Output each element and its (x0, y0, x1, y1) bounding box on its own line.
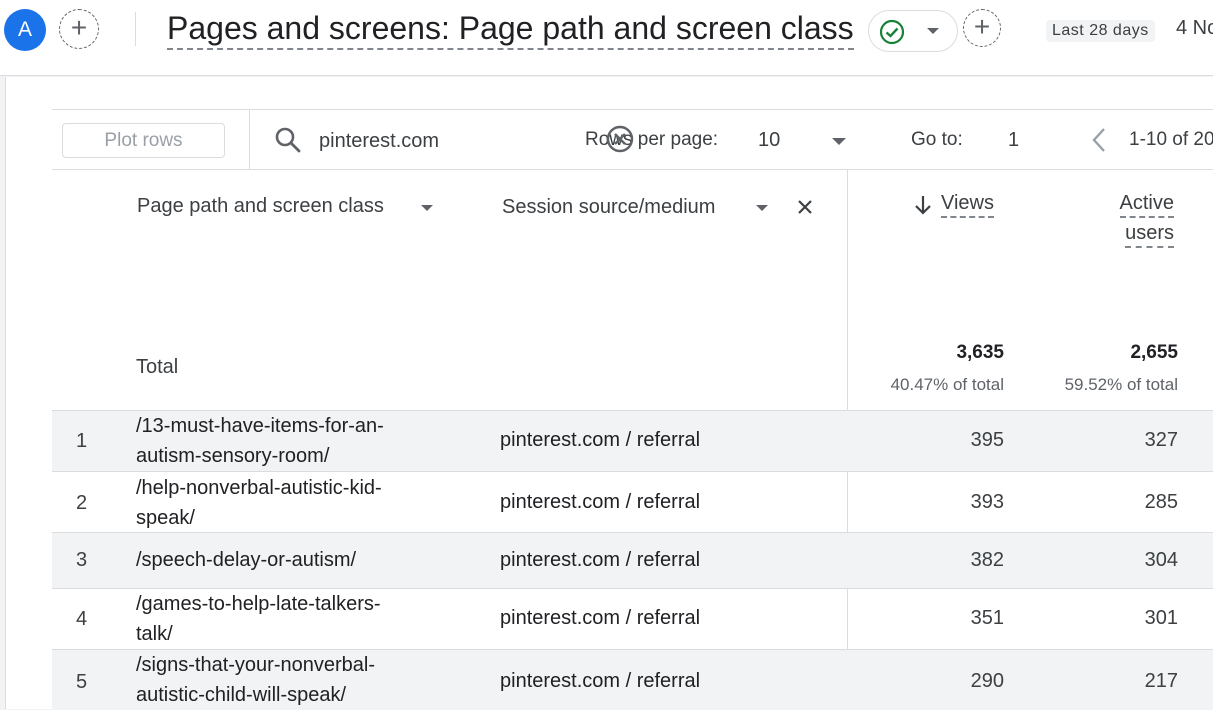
table-row[interactable]: 5 /signs-that-your-nonverbal- autistic-c… (52, 649, 1213, 710)
header-divider (135, 12, 136, 46)
rows-per-page-value: 10 (758, 129, 781, 151)
date-range-label[interactable]: Last 28 days (1046, 20, 1155, 42)
active-users-cell: 304 (1144, 549, 1178, 571)
table-row[interactable]: 2 /help-nonverbal-autistic-kid- speak/ p… (52, 471, 1213, 532)
page-path-line: /speech-delay-or-autism/ (136, 549, 357, 571)
row-index: 1 (76, 430, 88, 452)
plot-rows-button[interactable]: Plot rows (62, 123, 225, 158)
check-circle-icon (879, 19, 905, 45)
chevron-down-icon[interactable] (756, 205, 768, 211)
column-header-page-path[interactable]: Page path and screen class (137, 195, 384, 218)
search-input[interactable] (319, 126, 519, 156)
column-header-active-users[interactable]: Active users (1114, 188, 1174, 248)
page-path-cell[interactable]: /13-must-have-items-for-an- autism-senso… (136, 411, 436, 471)
add-filter-button[interactable]: + (963, 9, 1001, 47)
page-path-cell[interactable]: /help-nonverbal-autistic-kid- speak/ (136, 473, 436, 533)
source-medium-cell: pinterest.com / referral (500, 549, 701, 571)
active-users-cell: 285 (1144, 491, 1178, 513)
total-active-users-percent: 59.52% of total (1064, 375, 1178, 394)
date-range-value[interactable]: 4 No (1176, 17, 1213, 40)
views-cell: 290 (970, 670, 1004, 692)
report-header: A + Pages and screens: Page path and scr… (0, 0, 1213, 76)
page-path-line: /help-nonverbal-autistic-kid- (136, 477, 382, 499)
column-header-session-source[interactable]: Session source/medium (502, 196, 715, 219)
row-index: 3 (76, 549, 88, 571)
add-comparison-button[interactable]: + (59, 9, 99, 49)
go-to-label: Go to: (911, 129, 963, 150)
page-path-line: /games-to-help-late-talkers- (136, 593, 381, 615)
search-icon (275, 127, 301, 153)
table-row[interactable]: 4 /games-to-help-late-talkers- talk/ pin… (52, 588, 1213, 649)
page-path-line: /signs-that-your-nonverbal- (136, 654, 375, 676)
row-index: 4 (76, 608, 88, 630)
rows-per-page-select[interactable]: 10 (758, 126, 858, 156)
toolbar-divider (249, 110, 250, 170)
active-users-cell: 327 (1144, 429, 1178, 451)
close-icon[interactable] (795, 197, 815, 217)
active-users-cell: 301 (1144, 607, 1178, 629)
clear-search-icon[interactable] (605, 124, 635, 154)
active-users-header-line1: Active (1119, 192, 1174, 218)
table-row[interactable]: 3 /speech-delay-or-autism/ pinterest.com… (52, 532, 1213, 588)
page-path-line: talk/ (136, 623, 173, 645)
chevron-left-icon[interactable] (1088, 126, 1110, 154)
page-path-line: /13-must-have-items-for-an- (136, 415, 384, 437)
report-status-dropdown[interactable] (868, 10, 958, 52)
page-path-line: autistic-child-will-speak/ (136, 684, 347, 706)
page-path-cell[interactable]: /signs-that-your-nonverbal- autistic-chi… (136, 650, 436, 710)
views-cell: 382 (970, 549, 1004, 571)
page-path-cell[interactable]: /games-to-help-late-talkers- talk/ (136, 589, 436, 649)
source-medium-cell: pinterest.com / referral (500, 429, 701, 451)
report-content: Plot rows Rows per page: 10 Go to: 1 1-1… (5, 77, 1213, 710)
chevron-down-icon[interactable] (421, 205, 433, 211)
go-to-page-input[interactable]: 1 (1008, 129, 1019, 152)
chevron-down-icon (927, 28, 939, 34)
total-views: 3,635 (956, 342, 1004, 363)
page-path-cell[interactable]: /speech-delay-or-autism/ (136, 545, 436, 575)
views-header-label: Views (941, 192, 994, 218)
sort-descending-icon[interactable] (914, 194, 932, 216)
table-toolbar: Plot rows Rows per page: 10 Go to: 1 1-1… (52, 110, 1213, 170)
page-path-line: speak/ (136, 507, 195, 529)
total-label: Total (136, 356, 179, 378)
chevron-down-icon (832, 138, 846, 145)
column-header-views[interactable]: Views (941, 188, 994, 218)
row-index: 5 (76, 671, 88, 693)
views-cell: 393 (970, 491, 1004, 513)
total-views-percent: 40.47% of total (890, 375, 1004, 394)
views-cell: 351 (970, 607, 1004, 629)
row-index: 2 (76, 492, 88, 514)
source-medium-cell: pinterest.com / referral (500, 607, 701, 629)
table-row[interactable]: 1 /13-must-have-items-for-an- autism-sen… (52, 410, 1213, 471)
views-cell: 395 (970, 429, 1004, 451)
pagination-range: 1-10 of 20 (1129, 129, 1213, 150)
source-medium-cell: pinterest.com / referral (500, 491, 701, 513)
total-active-users: 2,655 (1130, 342, 1178, 363)
active-users-header-line2: users (1125, 222, 1174, 248)
active-users-cell: 217 (1144, 670, 1178, 692)
report-title[interactable]: Pages and screens: Page path and screen … (167, 8, 854, 50)
account-avatar[interactable]: A (4, 9, 46, 51)
source-medium-cell: pinterest.com / referral (500, 670, 701, 692)
page-path-line: autism-sensory-room/ (136, 445, 330, 467)
data-table-card: Plot rows Rows per page: 10 Go to: 1 1-1… (52, 109, 1213, 710)
